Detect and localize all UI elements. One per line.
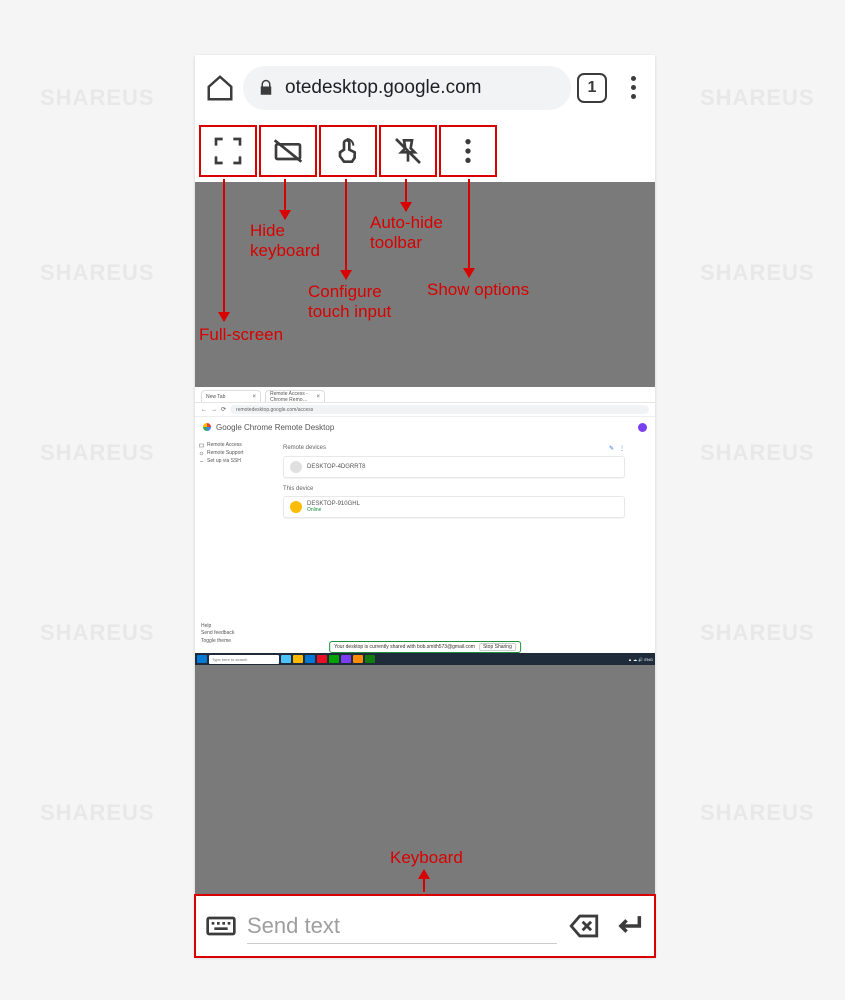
remote-sidebar: Remote Access Remote Support Set up via … (195, 437, 253, 638)
touch-input-button[interactable] (319, 125, 377, 177)
tabs-button[interactable]: 1 (577, 73, 607, 103)
help-link[interactable]: Toggle theme (201, 638, 234, 646)
enter-icon[interactable] (611, 909, 645, 943)
sidebar-item[interactable]: Set up via SSH (199, 457, 249, 465)
hide-keyboard-button[interactable] (259, 125, 317, 177)
autohide-toolbar-button[interactable] (379, 125, 437, 177)
fullscreen-icon (212, 135, 244, 167)
show-options-button[interactable] (439, 125, 497, 177)
keyboard-off-icon (272, 135, 304, 167)
remote-taskbar[interactable]: Type here to search ▲ ☁ 🔊 ENG (195, 653, 655, 665)
fullscreen-button[interactable] (199, 125, 257, 177)
profile-avatar[interactable] (638, 423, 647, 432)
remote-url[interactable]: remotedesktop.google.com/access (230, 405, 649, 414)
remote-url-row: ←→⟳ remotedesktop.google.com/access (195, 403, 655, 417)
remote-desktop-toolbar (195, 120, 655, 182)
dot-icon (631, 85, 636, 90)
pin-off-icon (392, 135, 424, 167)
url-bar[interactable]: otedesktop.google.com (243, 66, 571, 110)
device-card[interactable]: DESKTOP-4DGRRT8 (283, 456, 625, 478)
google-icon (203, 423, 211, 431)
device-card[interactable]: DESKTOP-910GHL Online (283, 496, 625, 518)
remote-main: Remote devices✎ ⋮ DESKTOP-4DGRRT8 This d… (253, 437, 655, 638)
help-link[interactable]: Help (201, 623, 234, 631)
home-button[interactable] (203, 71, 237, 105)
help-link[interactable]: Send feedback (201, 630, 234, 638)
touch-icon (332, 135, 364, 167)
sidebar-item[interactable]: Remote Support (199, 449, 249, 457)
dot-icon (631, 94, 636, 99)
remote-tab[interactable]: New Tab× (201, 390, 261, 402)
remote-desktop-view[interactable]: New Tab× Remote Access - Chrome Remo…× ←… (195, 387, 655, 665)
remote-browser-tabs: New Tab× Remote Access - Chrome Remo…× (195, 387, 655, 403)
sidebar-item[interactable]: Remote Access (199, 441, 249, 449)
url-text: otedesktop.google.com (285, 77, 481, 99)
remote-tab[interactable]: Remote Access - Chrome Remo…× (265, 390, 325, 402)
annotation-configure-touch: Configure touch input (308, 282, 391, 322)
home-icon (205, 73, 235, 103)
phone-frame: otedesktop.google.com 1 New Tab× (195, 55, 655, 957)
lock-icon (257, 79, 275, 97)
keyboard-icon[interactable] (205, 910, 237, 942)
chrome-address-bar: otedesktop.google.com 1 (195, 55, 655, 120)
stop-sharing-button[interactable]: Stop Sharing (479, 643, 516, 651)
remote-help-links: Help Send feedback Toggle theme (201, 623, 234, 646)
more-vert-icon (452, 135, 484, 167)
taskbar-search[interactable]: Type here to search (209, 655, 279, 664)
keyboard-input-bar (195, 895, 655, 957)
send-text-input[interactable] (247, 909, 557, 944)
dot-icon (631, 76, 636, 81)
device-status-icon (290, 461, 302, 473)
annotation-fullscreen: Full-screen (199, 325, 283, 345)
device-status-icon (290, 501, 302, 513)
start-button[interactable] (197, 655, 207, 663)
annotation-autohide: Auto-hide toolbar (370, 213, 443, 253)
sharing-notice: Your desktop is currently shared with bo… (329, 641, 521, 653)
backspace-icon[interactable] (567, 909, 601, 943)
annotation-keyboard: Keyboard (390, 848, 463, 868)
tab-count: 1 (588, 79, 597, 97)
browser-menu-button[interactable] (619, 76, 647, 99)
remote-app-title: Google Chrome Remote Desktop (195, 417, 655, 437)
annotation-show-options: Show options (427, 280, 529, 300)
annotation-hide-keyboard: Hide keyboard (250, 221, 320, 261)
